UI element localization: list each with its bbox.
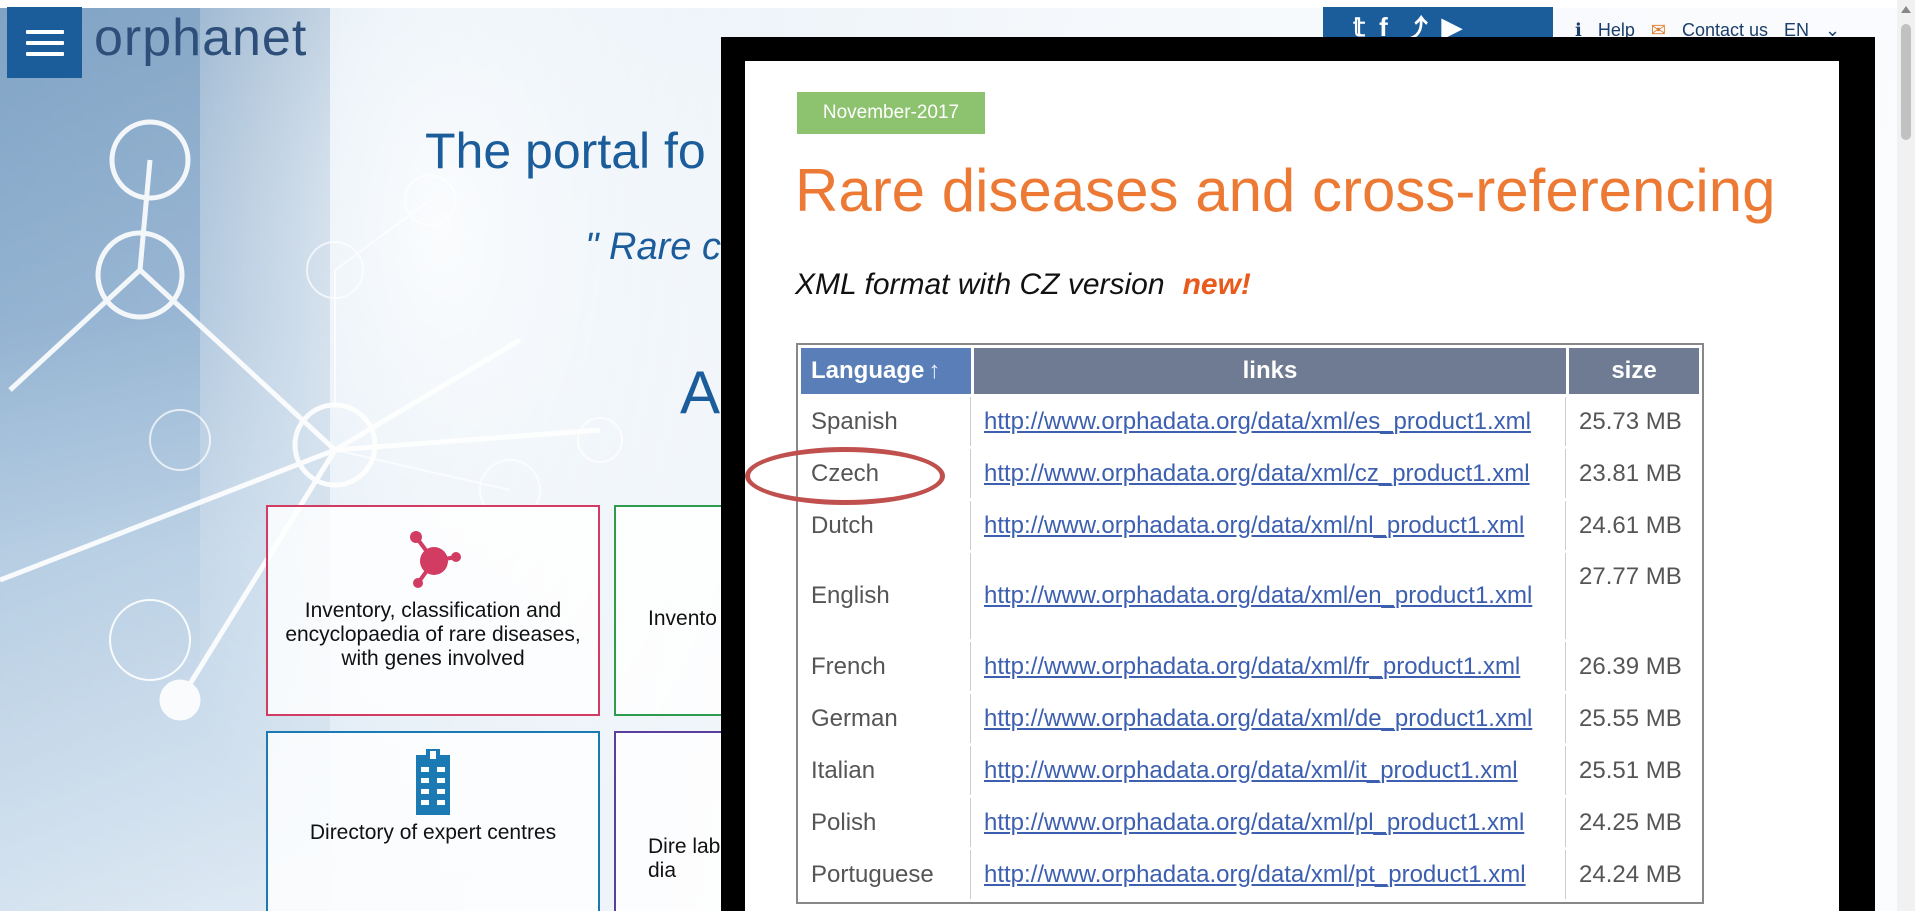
- panel-title: Rare diseases and cross-referencing: [795, 157, 1776, 224]
- table-row: Italian http://www.orphadata.org/data/xm…: [801, 746, 1699, 795]
- download-link[interactable]: http://www.orphadata.org/data/xml/pt_pro…: [984, 861, 1526, 888]
- table-row: Polish http://www.orphadata.org/data/xml…: [801, 798, 1699, 847]
- table-row: Spanish http://www.orphadata.org/data/xm…: [801, 397, 1699, 446]
- size-column-header[interactable]: size: [1569, 348, 1699, 394]
- size-cell: 24.24 MB: [1579, 860, 1682, 888]
- download-link[interactable]: http://www.orphadata.org/data/xml/en_pro…: [984, 582, 1532, 609]
- download-link[interactable]: http://www.orphadata.org/data/xml/cz_pro…: [984, 460, 1530, 487]
- language-column-header[interactable]: Language ↑: [801, 348, 971, 394]
- download-link[interactable]: http://www.orphadata.org/data/xml/fr_pro…: [984, 653, 1520, 680]
- links-column-header[interactable]: links: [974, 348, 1566, 394]
- language-cell: Spanish: [801, 397, 971, 446]
- download-link[interactable]: http://www.orphadata.org/data/xml/pl_pro…: [984, 809, 1524, 836]
- date-badge: November-2017: [797, 92, 985, 134]
- section-heading: A: [680, 359, 721, 426]
- size-cell: 26.39 MB: [1579, 652, 1682, 680]
- language-cell: Polish: [801, 798, 971, 847]
- scrollbar-thumb[interactable]: [1901, 24, 1911, 140]
- new-label: new!: [1182, 268, 1251, 301]
- language-cell: Dutch: [801, 501, 971, 550]
- card-diseases-inventory[interactable]: Inventory, classification and encyclopae…: [266, 505, 600, 716]
- card-label: Directory of expert centres: [309, 821, 557, 844]
- card-expert-centres[interactable]: Directory of expert centres: [266, 731, 600, 911]
- xml-format-line: XML format with CZ version new!: [795, 268, 1251, 302]
- highlight-circle: [745, 447, 945, 505]
- page-scrollbar[interactable]: [1897, 0, 1915, 911]
- hamburger-menu-button[interactable]: [7, 7, 82, 78]
- download-link[interactable]: http://www.orphadata.org/data/xml/de_pro…: [984, 705, 1532, 732]
- size-cell: 24.25 MB: [1579, 808, 1682, 836]
- molecule-icon: [410, 531, 461, 588]
- language-cell: French: [801, 642, 971, 691]
- portal-subtitle: " Rare c: [585, 226, 721, 268]
- orphanet-logo[interactable]: orphanet: [94, 8, 307, 68]
- size-cell: 23.81 MB: [1579, 459, 1682, 487]
- size-cell: 25.55 MB: [1579, 704, 1682, 732]
- language-cell: German: [801, 694, 971, 743]
- size-cell: 24.61 MB: [1579, 511, 1682, 539]
- downloads-table: Language ↑ links size Spanish http://www.…: [796, 343, 1704, 904]
- size-cell: 27.77 MB: [1579, 563, 1682, 590]
- language-cell: Portuguese: [801, 850, 971, 899]
- language-cell: English: [801, 553, 971, 639]
- hospital-icon: [416, 749, 450, 815]
- download-link[interactable]: http://www.orphadata.org/data/xml/es_pro…: [984, 408, 1531, 435]
- language-cell: Italian: [801, 746, 971, 795]
- card-label: Inventory, classification and encyclopae…: [285, 599, 581, 670]
- portal-title: The portal fo: [425, 123, 706, 179]
- download-link[interactable]: http://www.orphadata.org/data/xml/nl_pro…: [984, 512, 1524, 539]
- scroll-up-icon[interactable]: [1901, 6, 1911, 13]
- sort-ascending-icon[interactable]: ↑: [928, 357, 940, 384]
- table-row: German http://www.orphadata.org/data/xml…: [801, 694, 1699, 743]
- size-cell: 25.73 MB: [1579, 407, 1682, 435]
- table-row: English http://www.orphadata.org/data/xm…: [801, 553, 1699, 639]
- size-cell: 25.51 MB: [1579, 756, 1682, 784]
- table-row: Portuguese http://www.orphadata.org/data…: [801, 850, 1699, 899]
- download-link[interactable]: http://www.orphadata.org/data/xml/it_pro…: [984, 757, 1518, 784]
- table-row: French http://www.orphadata.org/data/xml…: [801, 642, 1699, 691]
- xml-format-text: XML format with CZ version: [795, 268, 1165, 301]
- table-row: Dutch http://www.orphadata.org/data/xml/…: [801, 501, 1699, 550]
